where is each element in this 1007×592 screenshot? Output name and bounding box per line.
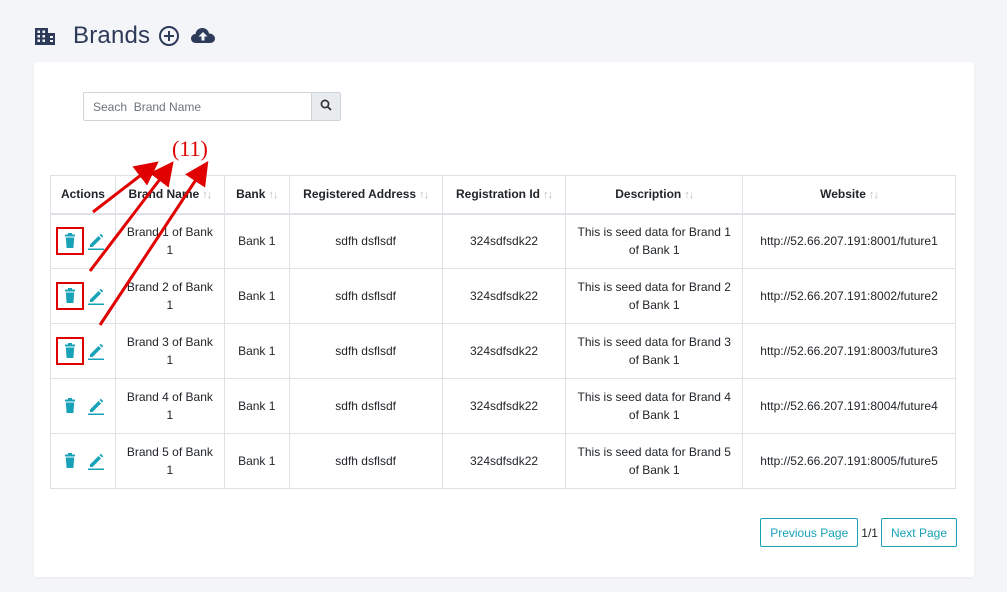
- col-header-website[interactable]: Website ↑↓: [742, 175, 956, 215]
- cell-brand-name: Brand 3 of Bank 1: [114, 323, 225, 379]
- next-page-button[interactable]: Next Page: [880, 518, 957, 547]
- edit-icon[interactable]: [87, 232, 105, 251]
- col-header-registered-address[interactable]: Registered Address ↑↓: [288, 175, 443, 215]
- delete-icon[interactable]: [55, 282, 84, 310]
- search-input[interactable]: [83, 92, 311, 121]
- cell-bank: Bank 1: [223, 268, 290, 324]
- cell-description: This is seed data for Brand 1 of Bank 1: [565, 213, 744, 269]
- cell-registration-id: 324sdfsdk22: [441, 213, 567, 269]
- cloud-upload-icon[interactable]: [190, 25, 216, 47]
- edit-icon[interactable]: [87, 287, 105, 305]
- table-row: Brand 5 of Bank 1 Bank 1 sdfh dsflsdf 32…: [50, 433, 956, 489]
- page-title: Brands: [73, 22, 151, 49]
- page-header: Brands: [34, 20, 216, 52]
- sort-icon[interactable]: ↑↓: [543, 189, 553, 201]
- cell-brand-name: Brand 1 of Bank 1: [114, 213, 225, 269]
- col-header-actions: Actions: [50, 175, 116, 215]
- sort-icon[interactable]: ↑↓: [419, 189, 429, 201]
- row-actions: [50, 323, 116, 379]
- cell-bank: Bank 1: [223, 378, 290, 434]
- cell-registered-address: sdfh dsflsdf: [288, 323, 443, 379]
- cell-website[interactable]: http://52.66.207.191:8001/future1: [742, 213, 956, 269]
- search-button[interactable]: [311, 92, 341, 121]
- brands-table: Actions Brand Name ↑↓ Bank ↑↓ Registered A…: [50, 175, 956, 489]
- sort-icon[interactable]: ↑↓: [268, 189, 278, 201]
- col-header-registration-id[interactable]: Registration Id ↑↓: [441, 175, 567, 215]
- cell-bank: Bank 1: [223, 213, 290, 269]
- table-row: Brand 2 of Bank 1 Bank 1 sdfh dsflsdf 32…: [50, 268, 956, 324]
- annotation-label: (11): [172, 136, 208, 161]
- cell-registration-id: 324sdfsdk22: [441, 268, 567, 324]
- plus-circle-icon[interactable]: [158, 25, 180, 47]
- delete-icon[interactable]: [55, 337, 84, 365]
- sort-icon[interactable]: ↑↓: [202, 189, 212, 201]
- cell-website[interactable]: http://52.66.207.191:8004/future4: [742, 378, 956, 434]
- edit-icon[interactable]: [87, 342, 105, 360]
- delete-icon[interactable]: [55, 227, 84, 256]
- cell-registration-id: 324sdfsdk22: [441, 433, 567, 489]
- sort-icon[interactable]: ↑↓: [684, 189, 694, 201]
- edit-icon[interactable]: [87, 397, 105, 415]
- cell-registered-address: sdfh dsflsdf: [288, 433, 443, 489]
- cell-description: This is seed data for Brand 2 of Bank 1: [565, 268, 744, 324]
- cell-website[interactable]: http://52.66.207.191:8002/future2: [742, 268, 956, 324]
- building-icon: [34, 25, 56, 47]
- cell-description: This is seed data for Brand 5 of Bank 1: [565, 433, 744, 489]
- cell-registration-id: 324sdfsdk22: [441, 378, 567, 434]
- col-header-brand-name[interactable]: Brand Name ↑↓: [114, 175, 225, 215]
- cell-bank: Bank 1: [223, 433, 290, 489]
- search-bar: [83, 92, 341, 121]
- table-row: Brand 3 of Bank 1 Bank 1 sdfh dsflsdf 32…: [50, 323, 956, 379]
- cell-description: This is seed data for Brand 3 of Bank 1: [565, 323, 744, 379]
- col-header-bank[interactable]: Bank ↑↓: [223, 175, 290, 215]
- cell-website[interactable]: http://52.66.207.191:8005/future5: [742, 433, 956, 489]
- row-actions: [50, 433, 116, 489]
- cell-registered-address: sdfh dsflsdf: [288, 378, 443, 434]
- cell-registration-id: 324sdfsdk22: [441, 323, 567, 379]
- pagination: Previous Page 1/1 Next Page: [760, 518, 957, 547]
- col-header-description[interactable]: Description ↑↓: [565, 175, 744, 215]
- previous-page-button[interactable]: Previous Page: [760, 518, 859, 547]
- cell-brand-name: Brand 4 of Bank 1: [114, 378, 225, 434]
- table-header-row: Actions Brand Name ↑↓ Bank ↑↓ Registered A…: [50, 175, 956, 215]
- page-count: 1/1: [861, 525, 878, 540]
- cell-brand-name: Brand 5 of Bank 1: [114, 433, 225, 489]
- search-icon: [320, 99, 332, 114]
- cell-description: This is seed data for Brand 4 of Bank 1: [565, 378, 744, 434]
- cell-brand-name: Brand 2 of Bank 1: [114, 268, 225, 324]
- delete-icon[interactable]: [61, 397, 79, 415]
- cell-website[interactable]: http://52.66.207.191:8003/future3: [742, 323, 956, 379]
- cell-bank: Bank 1: [223, 323, 290, 379]
- edit-icon[interactable]: [87, 452, 105, 470]
- row-actions: [50, 268, 116, 324]
- table-row: Brand 4 of Bank 1 Bank 1 sdfh dsflsdf 32…: [50, 378, 956, 434]
- sort-icon[interactable]: ↑↓: [869, 189, 879, 201]
- row-actions: [50, 213, 116, 269]
- cell-registered-address: sdfh dsflsdf: [288, 213, 443, 269]
- table-row: Brand 1 of Bank 1 Bank 1 sdfh dsflsdf 32…: [50, 213, 956, 269]
- cell-registered-address: sdfh dsflsdf: [288, 268, 443, 324]
- delete-icon[interactable]: [61, 452, 79, 470]
- row-actions: [50, 378, 116, 434]
